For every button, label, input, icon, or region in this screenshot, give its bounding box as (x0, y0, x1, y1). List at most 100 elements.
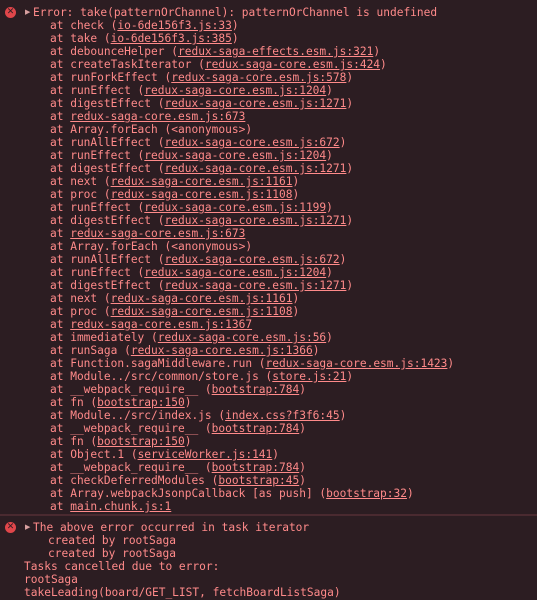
stack-frame: at __webpack_require__ (bootstrap:784) (50, 461, 306, 474)
stack-frame-function: at Module../src/common/store.js ( (50, 370, 273, 383)
source-link[interactable]: redux-saga-core.esm.js:1271 (165, 97, 347, 110)
source-link[interactable]: bootstrap:150 (97, 435, 185, 448)
stack-frame-function: at take ( (50, 32, 111, 45)
source-link[interactable]: redux-saga-core.esm.js:672 (165, 136, 340, 149)
source-link[interactable]: redux-saga-core.esm.js:672 (165, 253, 340, 266)
stack-frame-close: ) (326, 84, 333, 97)
stack-frame-close: ) (346, 279, 354, 292)
source-link[interactable]: redux-saga-effects.esm.js:321 (178, 45, 373, 58)
stack-frame: at Array.forEach (<anonymous>) (50, 123, 252, 136)
source-link[interactable]: redux-saga-core.esm.js:1366 (131, 344, 313, 357)
source-link[interactable]: bootstrap:45 (218, 474, 299, 487)
stack-frame-close: ) (373, 45, 381, 58)
stack-frame-close: ) (312, 344, 320, 357)
source-link[interactable]: redux-saga-core.esm.js:424 (205, 58, 380, 71)
source-link[interactable]: redux-saga-core.esm.js:1271 (165, 214, 347, 227)
source-link[interactable]: bootstrap:784 (212, 422, 300, 435)
stack-frame: at next (redux-saga-core.esm.js:1161) (50, 175, 299, 188)
stack-frame: at runEffect (redux-saga-core.esm.js:119… (50, 201, 333, 214)
source-link[interactable]: redux-saga-core.esm.js:1204 (144, 84, 326, 97)
stack-frame: at take (io-6de156f3.js:385) (50, 32, 239, 45)
source-link[interactable]: bootstrap:150 (97, 396, 185, 409)
stack-frame-close: ) (292, 175, 300, 188)
stack-frame-close: ) (346, 370, 354, 383)
stack-frame: at check (io-6de156f3.js:33) (50, 19, 239, 32)
source-link[interactable]: redux-saga-core.esm.js:1271 (165, 279, 347, 292)
stack-frame-close: ) (326, 266, 333, 279)
root-saga-line: rootSaga (24, 573, 78, 586)
stack-frame-function: at fn ( (50, 396, 98, 409)
stack-frame-close: ) (292, 305, 300, 318)
source-link[interactable]: bootstrap:784 (212, 383, 300, 396)
expand-triangle-icon[interactable]: ▶ (25, 523, 30, 531)
source-link[interactable]: redux-saga-core.esm.js:1204 (144, 266, 326, 279)
stack-frame-function: at runAllEffect ( (50, 136, 165, 149)
stack-frame-function: at Array.forEach (<anonymous>) (50, 240, 253, 253)
stack-frame-close: ) (346, 214, 354, 227)
stack-frame-function: at Object.1 ( (50, 448, 138, 461)
source-link[interactable]: redux-saga-core.esm.js:1199 (144, 201, 326, 214)
stack-frame: at runForkEffect (redux-saga-core.esm.js… (50, 71, 353, 84)
stack-frame-function: at __webpack_require__ ( (50, 461, 212, 474)
stack-frame-close: ) (380, 58, 387, 71)
stack-frame-function: at (50, 318, 71, 331)
stack-frame-close: ) (339, 136, 347, 149)
stack-frame-close: ) (231, 19, 239, 32)
stack-frame: at runEffect (redux-saga-core.esm.js:120… (50, 84, 333, 97)
stack-frame: at Module../src/index.js (index.css?f3f6… (50, 409, 346, 422)
stack-frame-function: at checkDeferredModules ( (50, 474, 219, 487)
stack-frame-function: at proc ( (50, 188, 111, 201)
stack-frame-function: at digestEffect ( (50, 279, 165, 292)
source-link[interactable]: redux-saga-core.esm.js:1204 (144, 149, 326, 162)
source-link[interactable]: store.js:21 (272, 370, 346, 383)
stack-frame-function: at __webpack_require__ ( (50, 422, 212, 435)
source-link[interactable]: io-6de156f3.js:385 (111, 32, 232, 45)
source-link[interactable]: redux-saga-core.esm.js:1108 (111, 305, 293, 318)
stack-frame-close: ) (326, 331, 333, 344)
source-link[interactable]: redux-saga-core.esm.js:1271 (165, 162, 347, 175)
stack-frame-close: ) (299, 383, 306, 396)
stack-frame-function: at digestEffect ( (50, 97, 165, 110)
source-link[interactable]: redux-saga-core.esm.js:1423 (266, 357, 448, 370)
source-link[interactable]: redux-saga-core.esm.js:1161 (111, 292, 293, 305)
stack-frame-close: ) (339, 409, 347, 422)
source-link[interactable]: bootstrap:784 (212, 461, 300, 474)
stack-frame-function: at Array.webpackJsonpCallback [as push] … (50, 487, 327, 500)
console-error-entry: ✕ ▶ Error: take(patternOrChannel): patte… (0, 0, 537, 515)
stack-frame-function: at fn ( (50, 435, 98, 448)
source-link[interactable]: redux-saga-core.esm.js:673 (70, 110, 245, 123)
source-link[interactable]: index.css?f3f6:45 (225, 409, 340, 422)
stack-frame-close: ) (272, 448, 280, 461)
stack-frame-function: at (50, 500, 71, 513)
stack-frame-function: at digestEffect ( (50, 162, 165, 175)
stack-frame: at runAllEffect (redux-saga-core.esm.js:… (50, 136, 346, 149)
source-link[interactable]: redux-saga-core.esm.js:1108 (111, 188, 293, 201)
source-link[interactable]: serviceWorker.js:141 (138, 448, 273, 461)
stack-frame-close: ) (326, 149, 333, 162)
source-link[interactable]: redux-saga-core.esm.js:1367 (70, 318, 252, 331)
stack-frame-close: ) (292, 188, 300, 201)
stack-frame-close: ) (299, 461, 306, 474)
source-link[interactable]: redux-saga-core.esm.js:673 (70, 227, 245, 240)
stack-frame: at digestEffect (redux-saga-core.esm.js:… (50, 214, 353, 227)
stack-frame: at __webpack_require__ (bootstrap:784) (50, 383, 306, 396)
source-link[interactable]: redux-saga-core.esm.js:1161 (111, 175, 293, 188)
created-by-line: created by rootSaga (48, 534, 176, 547)
error-circle-icon: ✕ (5, 7, 16, 18)
source-link[interactable]: redux-saga-core.esm.js:56 (158, 331, 326, 344)
stack-frame: at fn (bootstrap:150) (50, 435, 191, 448)
stack-frame-close: ) (299, 474, 306, 487)
stack-frame: at redux-saga-core.esm.js:673 (50, 227, 245, 240)
stack-frame-function: at runEffect ( (50, 266, 145, 279)
source-link[interactable]: main.chunk.js:1 (70, 500, 171, 513)
stack-frame: at redux-saga-core.esm.js:1367 (50, 318, 252, 331)
source-link[interactable]: io-6de156f3.js:33 (117, 19, 232, 32)
stack-frame-close: ) (292, 292, 300, 305)
error-circle-icon: ✕ (5, 522, 16, 533)
stack-frame-function: at check ( (50, 19, 118, 32)
stack-frame-close: ) (299, 422, 306, 435)
stack-frame: at Array.webpackJsonpCallback [as push] … (50, 487, 414, 500)
source-link[interactable]: redux-saga-core.esm.js:578 (171, 71, 346, 84)
expand-triangle-icon[interactable]: ▶ (25, 8, 30, 16)
source-link[interactable]: bootstrap:32 (326, 487, 407, 500)
